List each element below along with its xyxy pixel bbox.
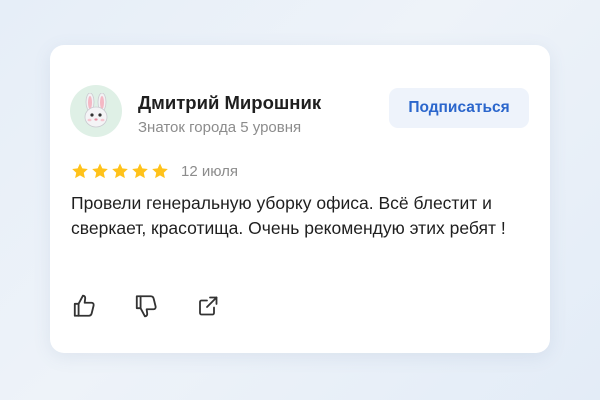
avatar[interactable]: [70, 85, 122, 137]
review-date: 12 июля: [181, 162, 239, 180]
author-level: Знаток города 5 уровня: [138, 119, 302, 136]
share-icon: [199, 296, 218, 316]
star-icon: [72, 163, 88, 179]
star-icon: [152, 163, 168, 179]
star-icon: [132, 163, 148, 179]
review-actions: [71, 289, 253, 323]
star-icon: [112, 163, 128, 179]
thumbs-up-icon: [73, 294, 95, 317]
share-button[interactable]: [191, 289, 225, 323]
review-card: Дмитрий Мирошник Знаток города 5 уровня …: [50, 45, 550, 353]
rating: 12 июля: [71, 161, 238, 181]
star-icon: [92, 163, 108, 179]
dislike-button[interactable]: [129, 289, 163, 323]
thumbs-down-icon: [135, 295, 157, 318]
author-name[interactable]: Дмитрий Мирошник: [138, 92, 321, 114]
bunny-icon: [84, 93, 108, 128]
review-text: Провели генеральную уборку офиса. Всё бл…: [71, 193, 506, 238]
like-button[interactable]: [67, 289, 101, 323]
subscribe-button[interactable]: Подписаться: [389, 88, 529, 128]
